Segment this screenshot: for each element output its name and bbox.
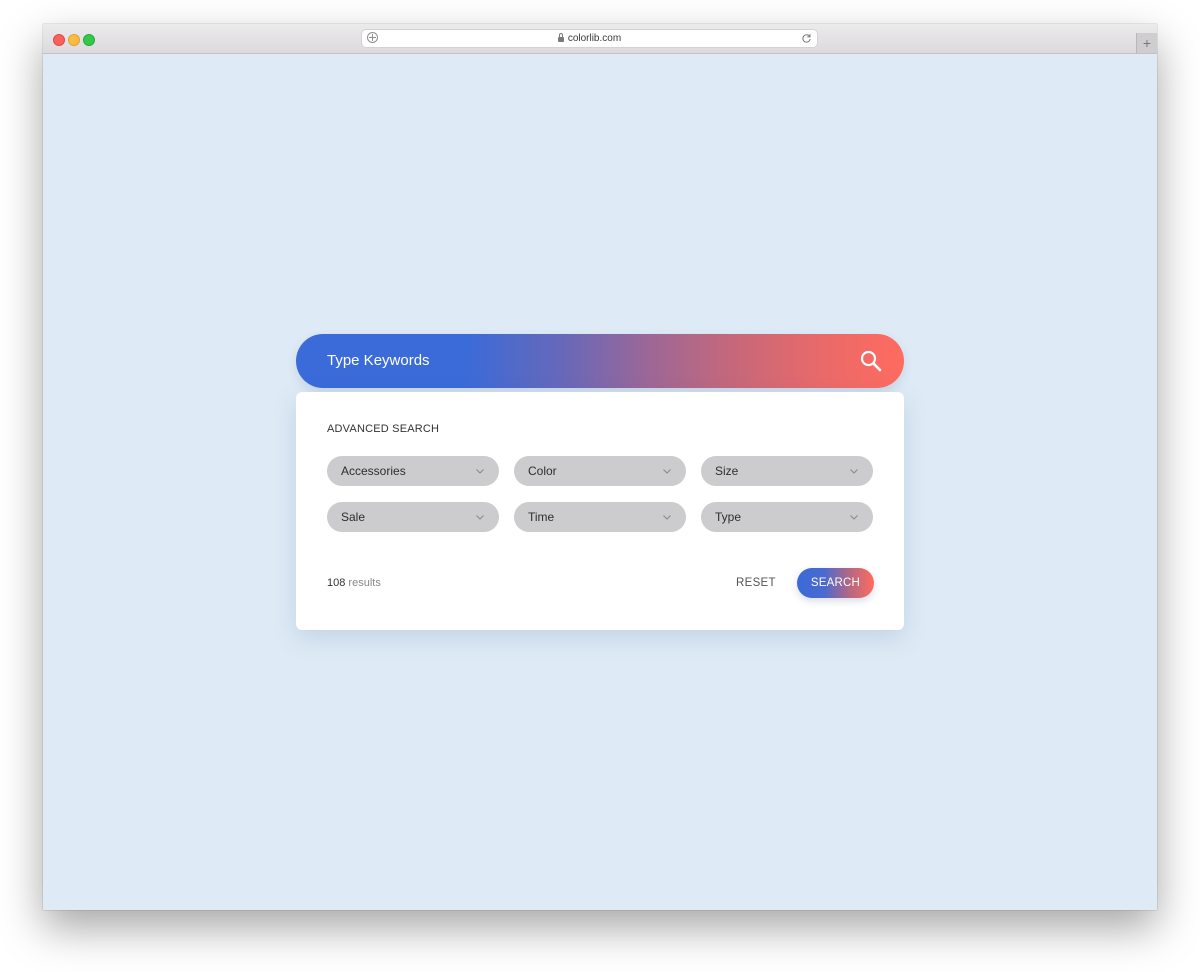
filter-color-select[interactable]: Color (514, 456, 686, 486)
keyword-search-bar[interactable]: Type Keywords (296, 334, 904, 388)
filter-label: Sale (341, 510, 366, 524)
filter-label: Color (528, 464, 557, 478)
minimize-window-button[interactable] (68, 34, 80, 46)
filter-label: Accessories (341, 464, 406, 478)
url-text: colorlib.com (567, 33, 622, 44)
address-bar[interactable]: colorlib.com (362, 30, 817, 47)
filter-time-select[interactable]: Time (514, 502, 686, 532)
browser-titlebar: colorlib.com + (43, 24, 1157, 54)
new-tab-button[interactable]: + (1136, 33, 1157, 53)
search-input-placeholder[interactable]: Type Keywords (327, 334, 430, 388)
advanced-search-title: ADVANCED SEARCH (327, 423, 440, 435)
chevron-down-icon (850, 515, 858, 520)
chevron-down-icon (850, 469, 858, 474)
page-content: Type Keywords ADVANCED SEARCH Accessorie… (43, 54, 1157, 910)
filter-type-select[interactable]: Type (701, 502, 873, 532)
filter-label: Size (715, 464, 739, 478)
search-button[interactable]: SEARCH (797, 568, 874, 598)
filter-size-select[interactable]: Size (701, 456, 873, 486)
zoom-window-button[interactable] (83, 34, 95, 46)
filter-accessories-select[interactable]: Accessories (327, 456, 499, 486)
chevron-down-icon (663, 515, 671, 520)
chevron-down-icon (476, 469, 484, 474)
results-word: results (348, 577, 381, 589)
chevron-down-icon (663, 469, 671, 474)
reset-button[interactable]: RESET (736, 568, 776, 598)
lock-icon (557, 33, 564, 42)
filter-sale-select[interactable]: Sale (327, 502, 499, 532)
filter-label: Type (715, 510, 742, 524)
close-window-button[interactable] (53, 34, 65, 46)
chevron-down-icon (476, 515, 484, 520)
search-icon[interactable] (860, 350, 882, 372)
browser-window: colorlib.com + Type Keywords ADVANCED SE… (43, 24, 1157, 910)
reload-icon[interactable] (801, 32, 812, 44)
results-summary: 108 results (327, 577, 381, 589)
filter-label: Time (528, 510, 555, 524)
results-count: 108 (327, 577, 346, 589)
advanced-search-panel: ADVANCED SEARCH Accessories Color Size S… (296, 392, 904, 630)
